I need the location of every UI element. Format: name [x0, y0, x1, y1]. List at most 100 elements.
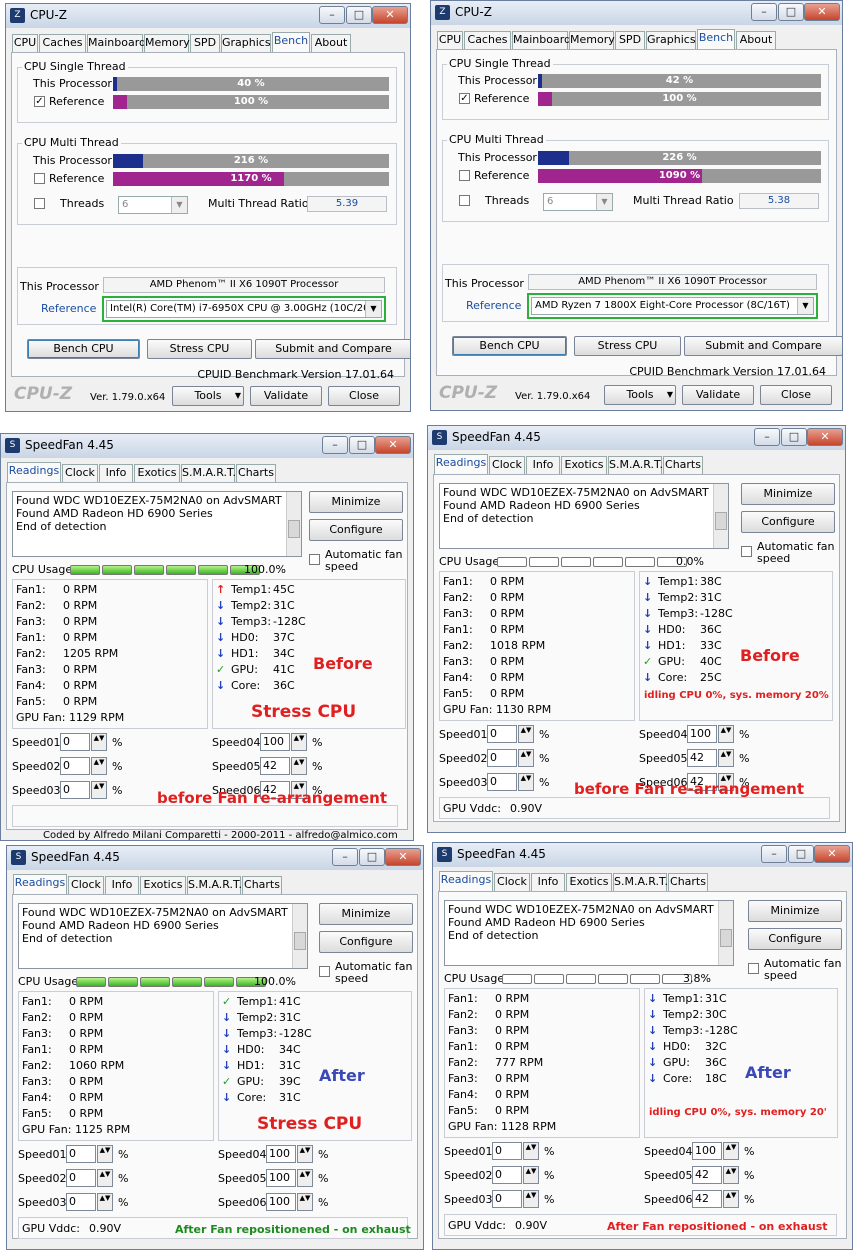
speed-value[interactable]: 100 [266, 1145, 296, 1163]
speed-value[interactable]: 42 [692, 1166, 722, 1184]
speed-value[interactable]: 100 [687, 725, 717, 743]
tab-caches[interactable]: Caches [39, 34, 86, 52]
tab-caches[interactable]: Caches [464, 31, 511, 49]
spinner-arrows-icon[interactable]: ▲▼ [518, 773, 534, 791]
threads-checkbox[interactable] [459, 195, 470, 206]
tab-smart[interactable]: S.M.A.R.T. [187, 876, 242, 894]
speed-value[interactable]: 0 [492, 1166, 522, 1184]
maximize-window-button[interactable]: □ [781, 428, 807, 446]
tab-charts[interactable]: Charts [242, 876, 282, 894]
scrollbar[interactable] [292, 904, 307, 968]
tab-readings[interactable]: Readings [13, 874, 67, 894]
close-button[interactable]: Close [328, 386, 400, 406]
maximize-window-button[interactable]: □ [788, 845, 814, 863]
scrollbar-thumb[interactable] [288, 520, 300, 538]
tab-graphics[interactable]: Graphics [646, 31, 696, 49]
tab-cpu[interactable]: CPU [437, 31, 463, 49]
speed-value[interactable]: 0 [487, 749, 517, 767]
speed-value[interactable]: 0 [60, 757, 90, 775]
stress-cpu-button[interactable]: Stress CPU [574, 336, 681, 356]
speed-value[interactable]: 0 [66, 1169, 96, 1187]
tab-about[interactable]: About [311, 34, 351, 52]
close-window-button[interactable]: ✕ [814, 845, 850, 863]
close-button[interactable]: Close [760, 385, 832, 405]
tab-info[interactable]: Info [531, 873, 565, 891]
scrollbar-thumb[interactable] [715, 512, 727, 530]
threads-select[interactable]: 6 ▼ [543, 193, 613, 211]
reference-checkbox[interactable] [459, 170, 470, 181]
tab-exotics[interactable]: Exotics [566, 873, 612, 891]
close-window-button[interactable]: ✕ [804, 3, 840, 21]
tab-charts[interactable]: Charts [236, 464, 276, 482]
reference-checkbox[interactable]: ✓ [34, 96, 45, 107]
spinner-arrows-icon[interactable]: ▲▼ [518, 725, 534, 743]
tab-exotics[interactable]: Exotics [140, 876, 186, 894]
spinner-arrows-icon[interactable]: ▲▼ [297, 1145, 313, 1163]
spinner-arrows-icon[interactable]: ▲▼ [523, 1190, 539, 1208]
tab-clock[interactable]: Clock [62, 464, 98, 482]
spinner-arrows-icon[interactable]: ▲▼ [723, 1142, 739, 1160]
auto-fan-checkbox[interactable] [309, 554, 320, 565]
speed-value[interactable]: 0 [60, 733, 90, 751]
auto-fan-checkbox[interactable] [741, 546, 752, 557]
tab-mainboard[interactable]: Mainboard [512, 31, 571, 49]
tab-memory[interactable]: Memory [144, 34, 190, 52]
tab-smart[interactable]: S.M.A.R.T. [613, 873, 668, 891]
spinner-arrows-icon[interactable]: ▲▼ [523, 1166, 539, 1184]
tab-info[interactable]: Info [526, 456, 560, 474]
spinner-arrows-icon[interactable]: ▲▼ [718, 725, 734, 743]
speed-value[interactable]: 100 [266, 1169, 296, 1187]
minimize-button[interactable]: Minimize [309, 491, 403, 513]
auto-fan-checkbox[interactable] [748, 963, 759, 974]
speed-value[interactable]: 42 [687, 749, 717, 767]
tab-charts[interactable]: Charts [668, 873, 708, 891]
minimize-window-button[interactable]: – [319, 6, 345, 24]
tab-exotics[interactable]: Exotics [561, 456, 607, 474]
minimize-window-button[interactable]: – [751, 3, 777, 21]
minimize-window-button[interactable]: – [322, 436, 348, 454]
speed-value[interactable]: 0 [66, 1193, 96, 1211]
maximize-window-button[interactable]: □ [359, 848, 385, 866]
tab-charts[interactable]: Charts [663, 456, 703, 474]
validate-button[interactable]: Validate [682, 385, 754, 405]
speed-value[interactable]: 100 [260, 733, 290, 751]
spinner-arrows-icon[interactable]: ▲▼ [723, 1166, 739, 1184]
auto-fan-checkbox[interactable] [319, 966, 330, 977]
tab-readings[interactable]: Readings [439, 871, 493, 891]
stress-cpu-button[interactable]: Stress CPU [147, 339, 252, 359]
speed-value[interactable]: 0 [492, 1190, 522, 1208]
chevron-down-icon[interactable]: ▼ [171, 197, 187, 213]
speed-value[interactable]: 0 [487, 725, 517, 743]
spinner-arrows-icon[interactable]: ▲▼ [291, 757, 307, 775]
speed-value[interactable]: 100 [692, 1142, 722, 1160]
tab-exotics[interactable]: Exotics [134, 464, 180, 482]
spinner-arrows-icon[interactable]: ▲▼ [91, 757, 107, 775]
tab-about[interactable]: About [736, 31, 776, 49]
scrollbar[interactable] [286, 492, 301, 556]
spinner-arrows-icon[interactable]: ▲▼ [97, 1145, 113, 1163]
scrollbar[interactable] [713, 484, 728, 548]
configure-button[interactable]: Configure [309, 519, 403, 541]
bench-cpu-button[interactable]: Bench CPU [27, 339, 140, 359]
tab-spd[interactable]: SPD [190, 34, 220, 52]
spinner-arrows-icon[interactable]: ▲▼ [718, 749, 734, 767]
submit-compare-button[interactable]: Submit and Compare [684, 336, 842, 356]
spinner-arrows-icon[interactable]: ▲▼ [91, 781, 107, 799]
speed-value[interactable]: 42 [692, 1190, 722, 1208]
tab-readings[interactable]: Readings [434, 454, 488, 474]
close-window-button[interactable]: ✕ [385, 848, 421, 866]
minimize-window-button[interactable]: – [332, 848, 358, 866]
tab-smart[interactable]: S.M.A.R.T. [181, 464, 236, 482]
maximize-window-button[interactable]: □ [346, 6, 372, 24]
tab-bench[interactable]: Bench [272, 32, 310, 52]
minimize-button[interactable]: Minimize [319, 903, 413, 925]
spinner-arrows-icon[interactable]: ▲▼ [723, 1190, 739, 1208]
tab-info[interactable]: Info [99, 464, 133, 482]
tab-info[interactable]: Info [105, 876, 139, 894]
tab-clock[interactable]: Clock [494, 873, 530, 891]
speed-value[interactable]: 0 [492, 1142, 522, 1160]
validate-button[interactable]: Validate [250, 386, 322, 406]
minimize-window-button[interactable]: – [754, 428, 780, 446]
tab-memory[interactable]: Memory [569, 31, 615, 49]
minimize-button[interactable]: Minimize [748, 900, 842, 922]
